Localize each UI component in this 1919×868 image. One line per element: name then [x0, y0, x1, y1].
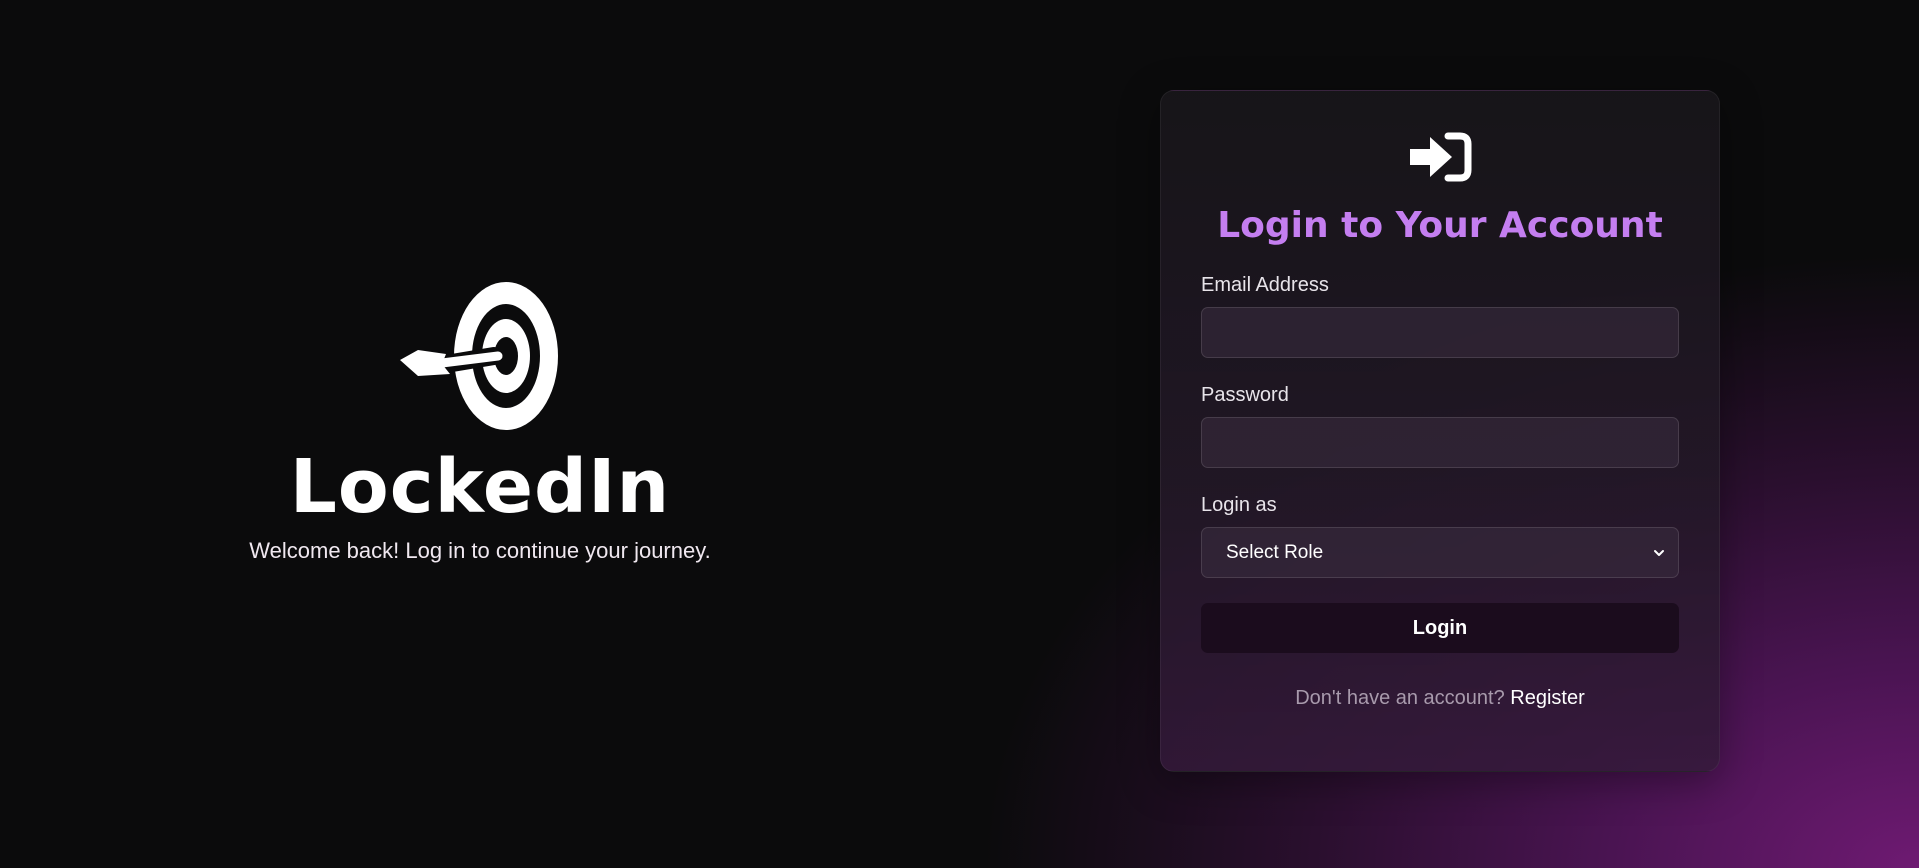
chevron-down-icon: [1654, 550, 1664, 556]
brand-panel: LockedIn Welcome back! Log in to continu…: [170, 270, 790, 564]
brand-name: LockedIn: [289, 444, 671, 530]
email-field[interactable]: [1201, 307, 1679, 358]
register-prompt: Don't have an account?: [1295, 687, 1505, 709]
brand-tagline: Welcome back! Log in to continue your jo…: [249, 538, 711, 563]
role-label: Login as: [1201, 494, 1277, 516]
target-arrow-icon: [400, 282, 558, 430]
role-select[interactable]: Select Role: [1201, 527, 1679, 578]
password-field[interactable]: [1201, 417, 1679, 468]
role-select-value: Select Role: [1226, 541, 1324, 563]
role-field-group: Login as Select Role: [1201, 494, 1679, 578]
sign-in-icon: [1410, 132, 1472, 182]
password-label: Password: [1201, 384, 1289, 406]
login-button[interactable]: Login: [1201, 603, 1679, 653]
login-card: Login to Your Account Email Address Pass…: [1160, 90, 1720, 772]
login-title: Login to Your Account: [1217, 205, 1663, 246]
email-field-group: Email Address: [1201, 274, 1679, 358]
password-field-group: Password: [1201, 384, 1679, 468]
register-link[interactable]: Register: [1510, 687, 1584, 709]
register-row: Don't have an account? Register: [1201, 687, 1679, 710]
email-label: Email Address: [1201, 274, 1329, 296]
